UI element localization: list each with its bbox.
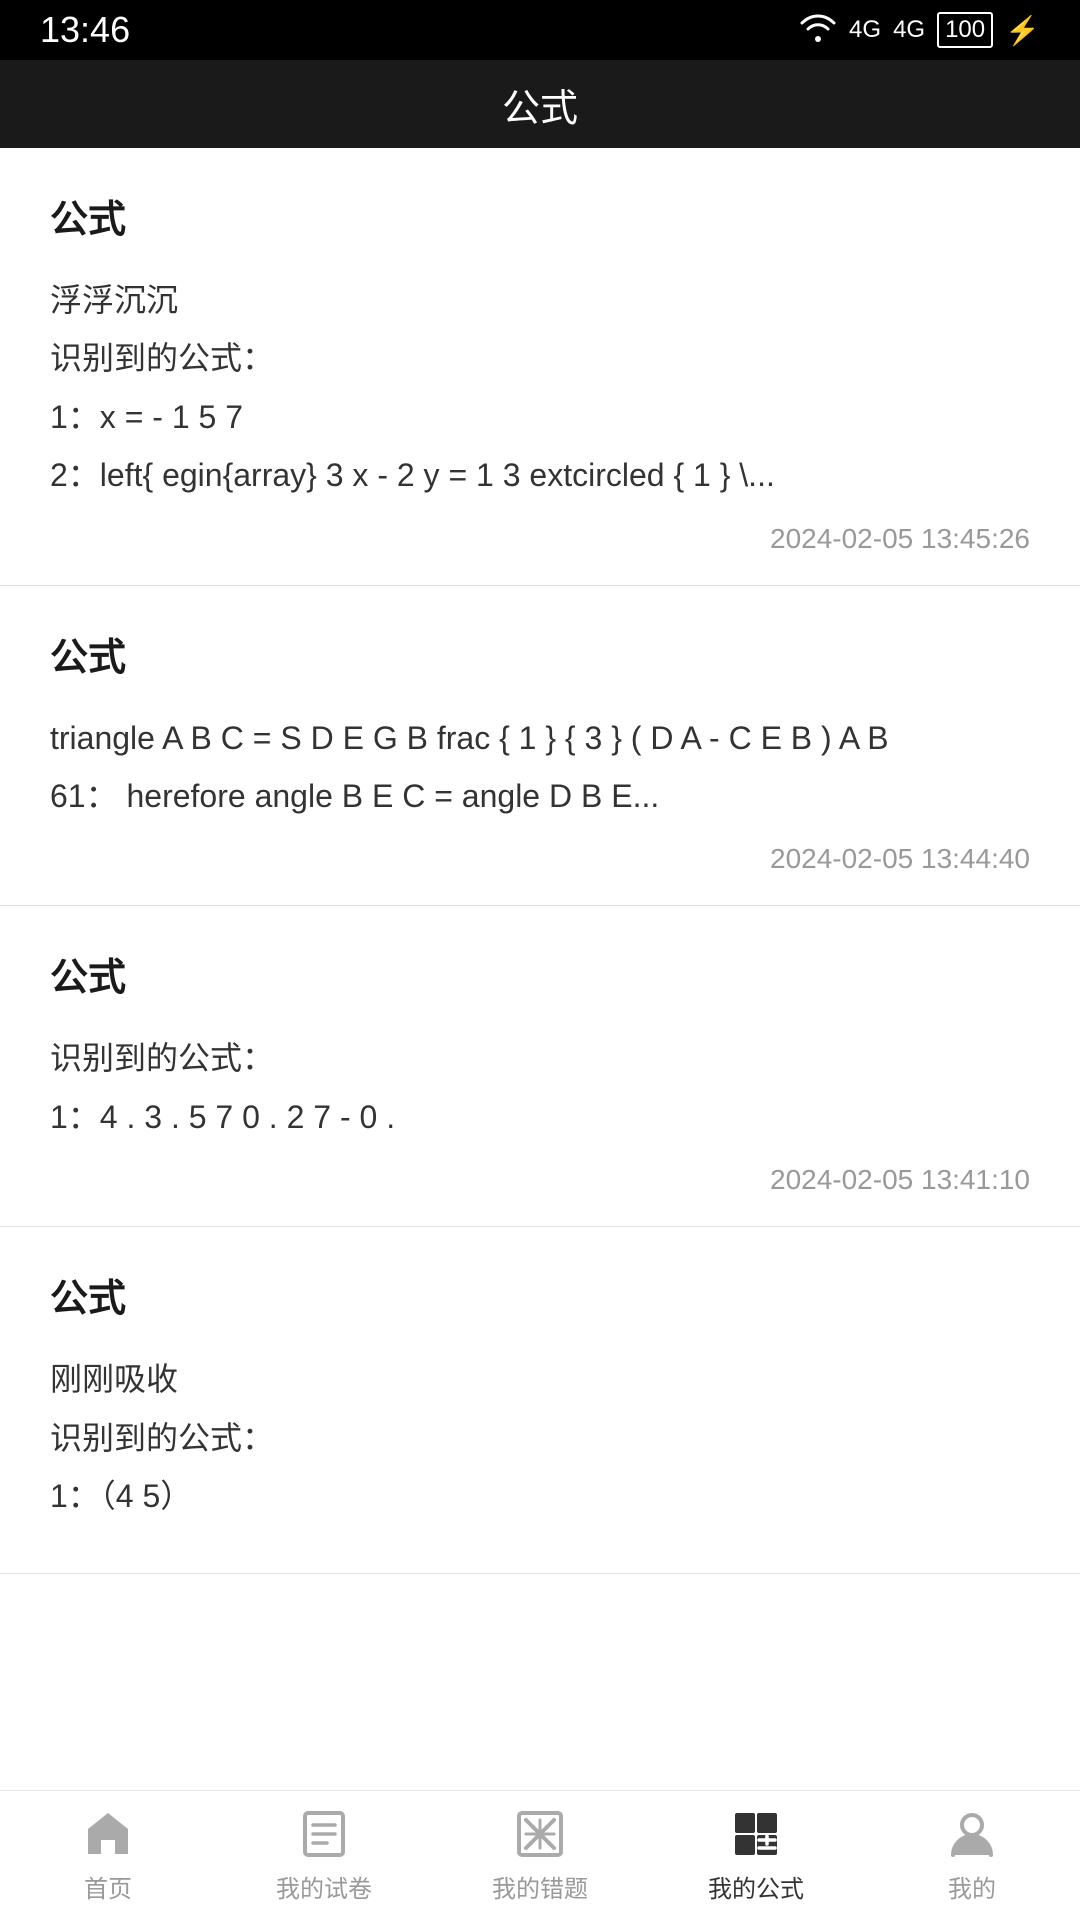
- formula-card-3-line-2: 1：4 . 3 . 5 7 0 . 2 7 - 0 .: [50, 1090, 1030, 1144]
- exams-icon: [297, 1807, 351, 1861]
- formula-card-2-line-2: 61： herefore angle B E C = angle D B E..…: [50, 769, 1030, 823]
- page-title: 公式: [502, 77, 578, 132]
- home-icon: [81, 1807, 135, 1861]
- formula-card-1-time: 2024-02-05 13:45:26: [50, 523, 1030, 555]
- formula-card-1-line-1: 浮浮沉沉: [50, 273, 1030, 327]
- formula-card-1[interactable]: 公式 浮浮沉沉 识别到的公式： 1：x = - 1 5 7 2：left{ eg…: [0, 148, 1080, 586]
- profile-icon: [945, 1807, 999, 1861]
- nav-home-label: 首页: [84, 1869, 132, 1904]
- formula-card-4-line-2: 识别到的公式：: [50, 1411, 1030, 1465]
- charging-icon: ⚡: [1005, 14, 1040, 47]
- formula-card-4-line-3: 1：（4 5）: [50, 1469, 1030, 1523]
- app-header: 公式: [0, 60, 1080, 148]
- formulas-icon: [729, 1807, 783, 1861]
- nav-item-formulas[interactable]: 我的公式: [648, 1807, 864, 1904]
- status-time: 13:46: [40, 9, 130, 51]
- formula-card-3[interactable]: 公式 识别到的公式： 1：4 . 3 . 5 7 0 . 2 7 - 0 . 2…: [0, 906, 1080, 1227]
- formula-card-1-line-3: 1：x = - 1 5 7: [50, 390, 1030, 444]
- formula-card-2-line-1: triangle A B C = S D E G B frac { 1 } { …: [50, 711, 1030, 765]
- formula-card-3-body: 识别到的公式： 1：4 . 3 . 5 7 0 . 2 7 - 0 .: [50, 1031, 1030, 1144]
- formula-card-4[interactable]: 公式 刚刚吸收 识别到的公式： 1：（4 5）: [0, 1227, 1080, 1574]
- formula-card-3-title: 公式: [50, 946, 1030, 1001]
- formula-card-2-body: triangle A B C = S D E G B frac { 1 } { …: [50, 711, 1030, 824]
- nav-mistakes-label: 我的错题: [492, 1869, 588, 1904]
- nav-exams-label: 我的试卷: [276, 1869, 372, 1904]
- status-bar: 13:46 4G 4G 100 ⚡: [0, 0, 1080, 60]
- bottom-nav: 首页 我的试卷 我的错题: [0, 1790, 1080, 1920]
- battery-icon: 100: [937, 12, 993, 48]
- nav-item-profile[interactable]: 我的: [864, 1807, 1080, 1904]
- formula-card-3-line-1: 识别到的公式：: [50, 1031, 1030, 1085]
- nav-item-exams[interactable]: 我的试卷: [216, 1807, 432, 1904]
- formula-card-4-line-1: 刚刚吸收: [50, 1352, 1030, 1406]
- formula-card-1-line-2: 识别到的公式：: [50, 331, 1030, 385]
- formula-card-1-line-4: 2：left{ egin{array} 3 x - 2 y = 1 3 extc…: [50, 448, 1030, 502]
- main-content: 公式 浮浮沉沉 识别到的公式： 1：x = - 1 5 7 2：left{ eg…: [0, 148, 1080, 1790]
- wifi-icon: [799, 12, 837, 49]
- formula-card-4-body: 刚刚吸收 识别到的公式： 1：（4 5）: [50, 1352, 1030, 1523]
- signal1-icon: 4G: [849, 16, 881, 44]
- formula-card-1-body: 浮浮沉沉 识别到的公式： 1：x = - 1 5 7 2：left{ egin{…: [50, 273, 1030, 503]
- formula-card-2-title: 公式: [50, 626, 1030, 681]
- formula-card-3-time: 2024-02-05 13:41:10: [50, 1164, 1030, 1196]
- mistakes-icon: [513, 1807, 567, 1861]
- formula-card-4-title: 公式: [50, 1267, 1030, 1322]
- nav-item-mistakes[interactable]: 我的错题: [432, 1807, 648, 1904]
- formula-card-2[interactable]: 公式 triangle A B C = S D E G B frac { 1 }…: [0, 586, 1080, 907]
- status-icons: 4G 4G 100 ⚡: [799, 12, 1040, 49]
- signal2-icon: 4G: [893, 16, 925, 44]
- nav-item-home[interactable]: 首页: [0, 1807, 216, 1904]
- nav-profile-label: 我的: [948, 1869, 996, 1904]
- formula-card-1-title: 公式: [50, 188, 1030, 243]
- formula-card-2-time: 2024-02-05 13:44:40: [50, 843, 1030, 875]
- nav-formulas-label: 我的公式: [708, 1869, 804, 1904]
